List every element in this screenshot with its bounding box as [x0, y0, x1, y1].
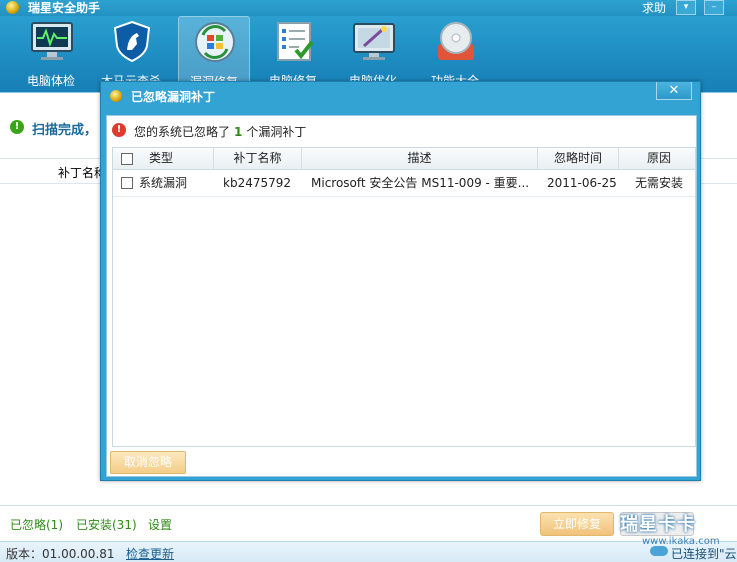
ignored-count: 1 [234, 125, 243, 139]
cell-description: Microsoft 安全公告 MS11-009 - 重要... [311, 176, 530, 190]
minimize-button[interactable]: – [704, 0, 724, 15]
ignored-patches-table: 类型 补丁名称 描述 忽略时间 原因 系统漏洞 kb2475792 Micros… [112, 147, 696, 447]
cell-reason: 无需安装 [635, 176, 684, 190]
summary-suffix: 个漏洞补丁 [246, 125, 307, 139]
close-button[interactable]: ✕ [656, 82, 692, 100]
header-description[interactable]: 描述 [302, 148, 538, 169]
select-all-checkbox[interactable] [121, 153, 133, 165]
ignored-link[interactable]: 已忽略(1) [10, 516, 63, 533]
dialog-body: ! 您的系统已忽略了 1 个漏洞补丁 类型 补丁名称 描述 忽略时间 原因 系统漏洞… [106, 115, 697, 477]
checklist-icon [277, 22, 314, 61]
watermark: 瑞星卡卡 www.ikaka.com [620, 508, 730, 548]
cell-ignore-time: 2011-06-25 [547, 176, 617, 190]
monitor-checkup-icon [31, 22, 73, 60]
menu-dropdown-button[interactable]: ▾ [676, 0, 696, 15]
header-reason[interactable]: 原因 [619, 148, 699, 169]
help-link[interactable]: 求助 [642, 0, 666, 16]
watermark-url: www.ikaka.com [642, 536, 720, 547]
header-type-label: 类型 [149, 151, 174, 165]
watermark-text: 瑞星卡卡 [620, 514, 696, 535]
table-header: 类型 补丁名称 描述 忽略时间 原因 [113, 148, 695, 170]
header-ignore-time[interactable]: 忽略时间 [538, 148, 619, 169]
tool-label: 电脑体检 [26, 74, 75, 88]
dialog-logo-icon [110, 90, 122, 102]
tool-checkup[interactable]: 电脑体检 [16, 16, 86, 92]
dialog-title: 已忽略漏洞补丁 [131, 90, 216, 104]
version-label: 版本：01.00.00.81 [6, 547, 115, 561]
ignored-summary-text: 您的系统已忽略了 1 个漏洞补丁 [134, 123, 306, 140]
app-title: 瑞星安全助手 [28, 1, 101, 15]
settings-link[interactable]: 设置 [148, 516, 172, 533]
installed-link[interactable]: 已安装(31) [76, 516, 137, 533]
windows-update-icon [195, 22, 235, 62]
scan-status-text: 扫描完成， [32, 123, 98, 138]
summary-prefix: 您的系统已忽略了 [134, 125, 231, 139]
header-patch-name[interactable]: 补丁名称 [214, 148, 302, 169]
ignored-patches-dialog: 已忽略漏洞补丁 ✕ ! 您的系统已忽略了 1 个漏洞补丁 类型 补丁名称 描述 忽略… [100, 81, 701, 481]
magic-wand-monitor-icon [353, 23, 395, 60]
check-update-link[interactable]: 检查更新 [126, 545, 174, 562]
row-checkbox[interactable] [121, 177, 133, 189]
success-icon: ! [10, 120, 24, 134]
column-header-patch[interactable]: 补丁名称 [58, 164, 106, 181]
cell-type: 系统漏洞 [139, 176, 188, 190]
cancel-ignore-button[interactable]: 取消忽略 [110, 451, 186, 474]
fix-now-button[interactable]: 立即修复 [540, 512, 614, 536]
header-type[interactable]: 类型 [113, 148, 214, 169]
warning-icon: ! [112, 123, 126, 137]
table-row[interactable]: 系统漏洞 kb2475792 Microsoft 安全公告 MS11-009 -… [113, 170, 695, 197]
shield-horse-icon [113, 20, 151, 62]
disc-toolbox-icon [438, 22, 474, 60]
app-titlebar: 瑞星安全助手 求助 ▾ – [0, 0, 737, 16]
app-logo-icon [6, 1, 19, 14]
cell-patch-name: kb2475792 [223, 176, 292, 190]
